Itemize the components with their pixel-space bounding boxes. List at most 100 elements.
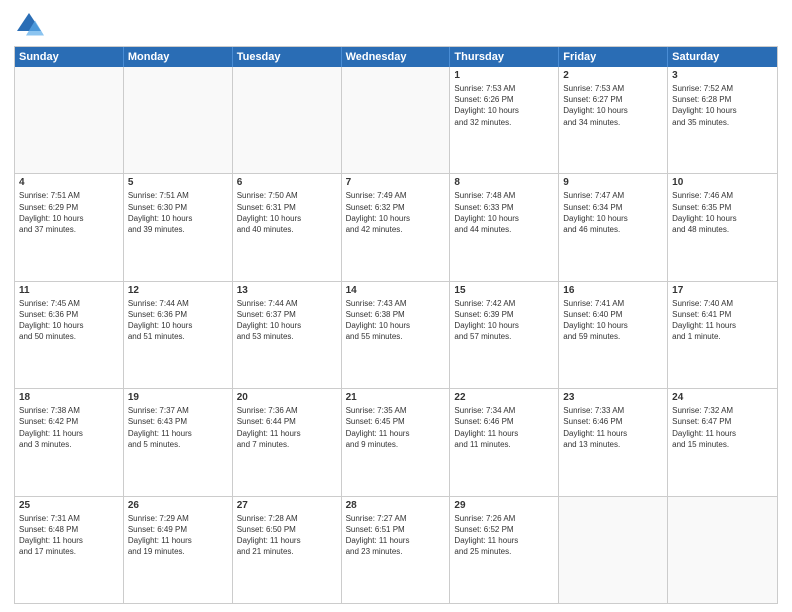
day-number: 14: [346, 285, 446, 296]
calendar-day-28: 28Sunrise: 7:27 AM Sunset: 6:51 PM Dayli…: [342, 497, 451, 603]
calendar-day-19: 19 Sunrise: 7:37 AM Sunset: 6:43 PM Dayli…: [124, 389, 233, 495]
day-info: Sunrise: 7:40 AM Sunset: 6:41 PM Dayligh…: [672, 298, 773, 343]
calendar-day-18: 18Sunrise: 7:38 AM Sunset: 6:42 PM Dayli…: [15, 389, 124, 495]
day-number: 19: [128, 392, 228, 403]
calendar-day-22: 22Sunrise: 7:34 AM Sunset: 6:46 PM Dayli…: [450, 389, 559, 495]
day-info: Sunrise: 7:42 AM Sunset: 6:39 PM Dayligh…: [454, 298, 554, 343]
calendar-body: 1 Sunrise: 7:53 AM Sunset: 6:26 PM Daylig…: [15, 67, 777, 603]
day-info: Sunrise: 7:46 AM Sunset: 6:35 PM Dayligh…: [672, 190, 773, 235]
day-number: 12: [128, 285, 228, 296]
day-number: 13: [237, 285, 337, 296]
day-info: Sunrise: 7:51 AM Sunset: 6:29 PM Dayligh…: [19, 190, 119, 235]
day-number: 23: [563, 392, 663, 403]
calendar-day-13: 13 Sunrise: 7:44 AM Sunset: 6:37 PM Dayli…: [233, 282, 342, 388]
calendar-day-21: 21 Sunrise: 7:35 AM Sunset: 6:45 PM Dayli…: [342, 389, 451, 495]
calendar-day-9: 9 Sunrise: 7:47 AM Sunset: 6:34 PM Daylig…: [559, 174, 668, 280]
day-number: 27: [237, 500, 337, 511]
day-number: 7: [346, 177, 446, 188]
day-info: Sunrise: 7:26 AM Sunset: 6:52 PM Dayligh…: [454, 513, 554, 558]
day-number: 25: [19, 500, 119, 511]
day-number: 8: [454, 177, 554, 188]
calendar-day-10: 10 Sunrise: 7:46 AM Sunset: 6:35 PM Dayli…: [668, 174, 777, 280]
day-info: Sunrise: 7:34 AM Sunset: 6:46 PM Dayligh…: [454, 405, 554, 450]
calendar-empty-cell: [233, 67, 342, 173]
calendar-empty-cell: [559, 497, 668, 603]
calendar-day-29: 29Sunrise: 7:26 AM Sunset: 6:52 PM Dayli…: [450, 497, 559, 603]
calendar-day-6: 6 Sunrise: 7:50 AM Sunset: 6:31 PM Daylig…: [233, 174, 342, 280]
day-info: Sunrise: 7:37 AM Sunset: 6:43 PM Dayligh…: [128, 405, 228, 450]
day-info: Sunrise: 7:32 AM Sunset: 6:47 PM Dayligh…: [672, 405, 773, 450]
day-number: 20: [237, 392, 337, 403]
calendar-day-25: 25 Sunrise: 7:31 AM Sunset: 6:48 PM Dayli…: [15, 497, 124, 603]
weekday-header-saturday: Saturday: [668, 47, 777, 67]
day-info: Sunrise: 7:28 AM Sunset: 6:50 PM Dayligh…: [237, 513, 337, 558]
day-number: 15: [454, 285, 554, 296]
day-info: Sunrise: 7:35 AM Sunset: 6:45 PM Dayligh…: [346, 405, 446, 450]
day-info: Sunrise: 7:53 AM Sunset: 6:26 PM Dayligh…: [454, 83, 554, 128]
day-info: Sunrise: 7:29 AM Sunset: 6:49 PM Dayligh…: [128, 513, 228, 558]
day-info: Sunrise: 7:41 AM Sunset: 6:40 PM Dayligh…: [563, 298, 663, 343]
day-number: 16: [563, 285, 663, 296]
day-info: Sunrise: 7:31 AM Sunset: 6:48 PM Dayligh…: [19, 513, 119, 558]
calendar-row-1: 4 Sunrise: 7:51 AM Sunset: 6:29 PM Daylig…: [15, 173, 777, 280]
calendar-day-20: 20Sunrise: 7:36 AM Sunset: 6:44 PM Dayli…: [233, 389, 342, 495]
day-number: 21: [346, 392, 446, 403]
header: [14, 10, 778, 40]
calendar-day-26: 26 Sunrise: 7:29 AM Sunset: 6:49 PM Dayli…: [124, 497, 233, 603]
day-info: Sunrise: 7:49 AM Sunset: 6:32 PM Dayligh…: [346, 190, 446, 235]
calendar-empty-cell: [124, 67, 233, 173]
calendar-header: SundayMondayTuesdayWednesdayThursdayFrid…: [15, 47, 777, 67]
weekday-header-wednesday: Wednesday: [342, 47, 451, 67]
calendar-day-8: 8 Sunrise: 7:48 AM Sunset: 6:33 PM Daylig…: [450, 174, 559, 280]
calendar-day-23: 23 Sunrise: 7:33 AM Sunset: 6:46 PM Dayli…: [559, 389, 668, 495]
day-number: 26: [128, 500, 228, 511]
calendar-day-3: 3 Sunrise: 7:52 AM Sunset: 6:28 PM Daylig…: [668, 67, 777, 173]
day-number: 4: [19, 177, 119, 188]
day-number: 17: [672, 285, 773, 296]
calendar-day-11: 11Sunrise: 7:45 AM Sunset: 6:36 PM Dayli…: [15, 282, 124, 388]
calendar-day-24: 24Sunrise: 7:32 AM Sunset: 6:47 PM Dayli…: [668, 389, 777, 495]
calendar-day-1: 1 Sunrise: 7:53 AM Sunset: 6:26 PM Daylig…: [450, 67, 559, 173]
day-info: Sunrise: 7:52 AM Sunset: 6:28 PM Dayligh…: [672, 83, 773, 128]
day-number: 3: [672, 70, 773, 81]
day-info: Sunrise: 7:47 AM Sunset: 6:34 PM Dayligh…: [563, 190, 663, 235]
calendar-row-0: 1 Sunrise: 7:53 AM Sunset: 6:26 PM Daylig…: [15, 67, 777, 173]
day-number: 10: [672, 177, 773, 188]
day-number: 2: [563, 70, 663, 81]
calendar-row-4: 25 Sunrise: 7:31 AM Sunset: 6:48 PM Dayli…: [15, 496, 777, 603]
day-info: Sunrise: 7:48 AM Sunset: 6:33 PM Dayligh…: [454, 190, 554, 235]
weekday-header-thursday: Thursday: [450, 47, 559, 67]
weekday-header-monday: Monday: [124, 47, 233, 67]
day-number: 6: [237, 177, 337, 188]
day-number: 5: [128, 177, 228, 188]
page: SundayMondayTuesdayWednesdayThursdayFrid…: [0, 0, 792, 612]
day-info: Sunrise: 7:33 AM Sunset: 6:46 PM Dayligh…: [563, 405, 663, 450]
weekday-header-tuesday: Tuesday: [233, 47, 342, 67]
calendar-day-5: 5 Sunrise: 7:51 AM Sunset: 6:30 PM Daylig…: [124, 174, 233, 280]
calendar-day-14: 14 Sunrise: 7:43 AM Sunset: 6:38 PM Dayli…: [342, 282, 451, 388]
calendar-day-7: 7 Sunrise: 7:49 AM Sunset: 6:32 PM Daylig…: [342, 174, 451, 280]
calendar-day-12: 12 Sunrise: 7:44 AM Sunset: 6:36 PM Dayli…: [124, 282, 233, 388]
calendar-empty-cell: [342, 67, 451, 173]
weekday-header-friday: Friday: [559, 47, 668, 67]
calendar-day-27: 27 Sunrise: 7:28 AM Sunset: 6:50 PM Dayli…: [233, 497, 342, 603]
day-info: Sunrise: 7:50 AM Sunset: 6:31 PM Dayligh…: [237, 190, 337, 235]
day-info: Sunrise: 7:44 AM Sunset: 6:36 PM Dayligh…: [128, 298, 228, 343]
day-info: Sunrise: 7:27 AM Sunset: 6:51 PM Dayligh…: [346, 513, 446, 558]
day-info: Sunrise: 7:53 AM Sunset: 6:27 PM Dayligh…: [563, 83, 663, 128]
weekday-header-sunday: Sunday: [15, 47, 124, 67]
calendar: SundayMondayTuesdayWednesdayThursdayFrid…: [14, 46, 778, 604]
calendar-empty-cell: [15, 67, 124, 173]
day-info: Sunrise: 7:44 AM Sunset: 6:37 PM Dayligh…: [237, 298, 337, 343]
day-number: 9: [563, 177, 663, 188]
calendar-day-15: 15 Sunrise: 7:42 AM Sunset: 6:39 PM Dayli…: [450, 282, 559, 388]
day-info: Sunrise: 7:45 AM Sunset: 6:36 PM Dayligh…: [19, 298, 119, 343]
day-info: Sunrise: 7:51 AM Sunset: 6:30 PM Dayligh…: [128, 190, 228, 235]
calendar-day-2: 2 Sunrise: 7:53 AM Sunset: 6:27 PM Daylig…: [559, 67, 668, 173]
calendar-day-16: 16 Sunrise: 7:41 AM Sunset: 6:40 PM Dayli…: [559, 282, 668, 388]
logo-icon: [14, 10, 44, 40]
day-number: 1: [454, 70, 554, 81]
calendar-day-17: 17 Sunrise: 7:40 AM Sunset: 6:41 PM Dayli…: [668, 282, 777, 388]
day-info: Sunrise: 7:43 AM Sunset: 6:38 PM Dayligh…: [346, 298, 446, 343]
day-number: 18: [19, 392, 119, 403]
